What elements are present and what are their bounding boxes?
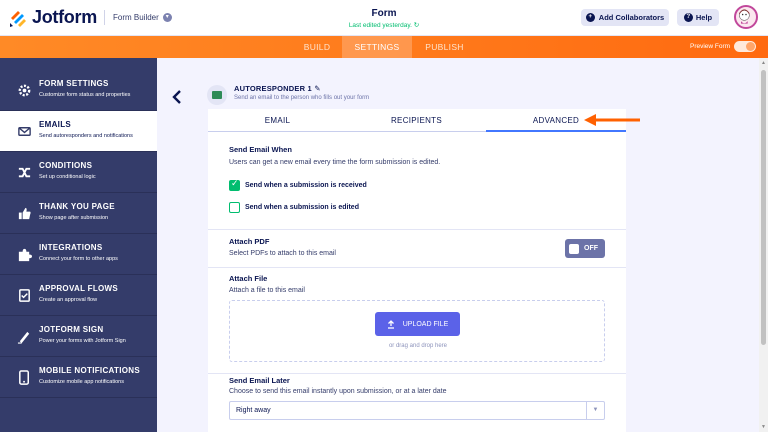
email-tabs: EMAIL RECIPIENTS ADVANCED <box>208 109 626 132</box>
preview-form-label: Preview Form <box>690 43 731 50</box>
sidebar-item-mobile-notifications[interactable]: MOBILE NOTIFICATIONS Customize mobile ap… <box>0 357 157 398</box>
section-title: Attach PDF <box>229 237 270 246</box>
sidebar-item-title: APPROVAL FLOWS <box>39 284 119 293</box>
sidebar-item-conditions[interactable]: CONDITIONS Set up conditional logic <box>0 152 157 193</box>
page-scrollbar[interactable]: ▲ ▼ <box>759 58 768 432</box>
attach-pdf-toggle[interactable]: OFF <box>565 239 605 258</box>
add-collaborators-button[interactable]: + Add Collaborators <box>581 9 669 26</box>
submission-received-checkbox[interactable] <box>229 179 240 191</box>
sidebar-item-title: EMAILS <box>39 120 72 129</box>
person-add-icon: + <box>585 13 595 22</box>
sidebar-item-title: INTEGRATIONS <box>39 243 103 252</box>
drag-drop-hint: or drag and drop here <box>388 343 448 349</box>
toggle-state: OFF <box>584 245 598 252</box>
scrollbar-thumb[interactable] <box>761 70 766 345</box>
tab-email[interactable]: EMAIL <box>208 109 347 132</box>
sidebar-item-desc: Customize mobile app notifications <box>39 379 124 385</box>
sidebar-item-desc: Send autoresponders and notifications <box>39 133 133 139</box>
approval-icon <box>19 289 30 302</box>
puzzle-icon <box>18 248 32 262</box>
section-title: Send Email When <box>229 145 292 154</box>
sidebar-item-title: FORM SETTINGS <box>39 79 109 88</box>
sidebar-item-approval-flows[interactable]: APPROVAL FLOWS Create an approval flow <box>0 275 157 316</box>
pencil-icon[interactable]: ✎ <box>314 84 320 93</box>
attach-pdf-section: Attach PDF Select PDFs to attach to this… <box>208 230 626 268</box>
sidebar-item-desc: Show page after submission <box>39 215 109 221</box>
sidebar-item-title: MOBILE NOTIFICATIONS <box>39 366 140 375</box>
tab-build[interactable]: BUILD <box>292 36 342 58</box>
section-title: Attach File <box>229 274 268 283</box>
settings-sidebar: FORM SETTINGS Customize form status and … <box>0 58 157 432</box>
file-dropzone[interactable]: UPLOAD FILE or drag and drop here <box>229 300 605 362</box>
pen-icon <box>17 331 30 344</box>
tab-recipients[interactable]: RECIPIENTS <box>347 109 486 132</box>
shuffle-icon <box>18 167 31 178</box>
sidebar-item-desc: Set up conditional logic <box>39 174 96 180</box>
tab-settings[interactable]: SETTINGS <box>342 36 412 58</box>
preview-toggle-switch[interactable] <box>734 41 757 52</box>
question-icon: ? <box>683 13 693 22</box>
autoresponder-title: AUTORESPONDER 1 <box>234 84 312 93</box>
scroll-up-icon[interactable]: ▲ <box>761 60 766 66</box>
sidebar-item-title: JOTFORM SIGN <box>39 325 104 334</box>
envelope-icon <box>18 127 31 136</box>
advanced-settings-card: Send Email When Users can get a new emai… <box>208 132 626 432</box>
sidebar-item-thank-you-page[interactable]: THANK YOU PAGE Show page after submissio… <box>0 193 157 234</box>
checkbox-label: Send when a submission is received <box>245 182 367 189</box>
upload-icon <box>387 319 394 329</box>
top-header: Jotform Form Builder ▾ Form Last edited … <box>0 0 768 36</box>
preview-form-toggle[interactable]: Preview Form <box>690 41 757 52</box>
section-desc: Attach a file to this email <box>229 287 305 294</box>
send-when-section: Send Email When Users can get a new emai… <box>208 132 626 230</box>
autoresponder-name[interactable]: AUTORESPONDER 1 ✎ <box>234 84 321 93</box>
add-collaborators-label: Add Collaborators <box>598 13 665 22</box>
help-button[interactable]: ? Help <box>677 9 719 26</box>
chevron-down-icon: ▼ <box>586 402 604 419</box>
mobile-icon <box>19 370 29 385</box>
section-desc: Users can get a new email every time the… <box>229 159 441 166</box>
sidebar-item-integrations[interactable]: INTEGRATIONS Connect your form to other … <box>0 234 157 275</box>
sidebar-item-desc: Customize form status and properties <box>39 92 131 98</box>
select-value: Right away <box>236 407 271 414</box>
section-desc: Choose to send this email instantly upon… <box>229 388 447 395</box>
section-desc: Select PDFs to attach to this email <box>229 250 336 257</box>
sidebar-item-emails[interactable]: EMAILS Send autoresponders and notificat… <box>0 111 157 152</box>
sidebar-item-form-settings[interactable]: FORM SETTINGS Customize form status and … <box>0 70 157 111</box>
help-label: Help <box>695 13 713 22</box>
sidebar-item-desc: Create an approval flow <box>39 297 98 303</box>
upload-file-label: UPLOAD FILE <box>402 320 449 328</box>
sidebar-item-title: THANK YOU PAGE <box>39 202 115 211</box>
section-title: Send Email Later <box>229 376 290 385</box>
sidebar-item-jotform-sign[interactable]: JOTFORM SIGN Power your forms with Jotfo… <box>0 316 157 357</box>
main-navbar: BUILD SETTINGS PUBLISH Preview Form <box>0 36 768 58</box>
send-later-select[interactable]: Right away ▼ <box>229 401 605 420</box>
email-envelope-icon <box>207 85 227 105</box>
sidebar-item-desc: Power your forms with Jotform Sign <box>39 338 126 344</box>
autoresponder-desc: Send an email to the person who fills ou… <box>234 95 370 101</box>
submission-edited-checkbox[interactable] <box>229 202 240 213</box>
chevron-left-icon[interactable] <box>171 90 183 104</box>
avatar[interactable] <box>734 5 758 29</box>
autoresponder-header: AUTORESPONDER 1 ✎ Send an email to the p… <box>207 82 627 108</box>
avatar-face-icon <box>738 9 750 24</box>
upload-file-button[interactable]: UPLOAD FILE <box>375 312 460 336</box>
thumbs-up-icon <box>18 207 31 220</box>
scroll-down-icon[interactable]: ▼ <box>761 424 766 430</box>
sidebar-item-desc: Connect your form to other apps <box>39 256 118 262</box>
tab-publish[interactable]: PUBLISH <box>417 36 472 58</box>
gear-icon <box>18 84 31 97</box>
checkbox-label: Send when a submission is edited <box>245 204 359 211</box>
sidebar-item-title: CONDITIONS <box>39 161 93 170</box>
annotation-arrow-icon <box>584 114 640 126</box>
toggle-knob <box>569 243 579 254</box>
